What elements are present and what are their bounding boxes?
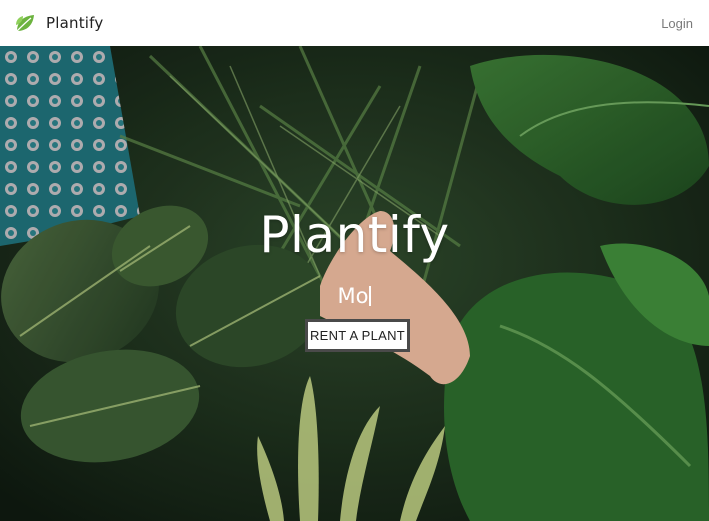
leaf-icon (16, 15, 34, 32)
hero-section: Plantify Mo RENT A PLANT (0, 46, 709, 521)
hero-typed-text: Mo (0, 286, 709, 307)
hero-title: Plantify (259, 206, 450, 264)
brand-name: Plantify (46, 14, 104, 32)
text-cursor (369, 286, 372, 306)
rent-a-plant-button[interactable]: RENT A PLANT (305, 319, 410, 352)
login-link[interactable]: Login (661, 16, 695, 31)
typed-text: Mo (337, 284, 369, 308)
hero-content: Plantify Mo RENT A PLANT (0, 46, 709, 521)
brand-link[interactable]: Plantify (14, 12, 103, 34)
top-navbar: Plantify Login (0, 0, 709, 46)
